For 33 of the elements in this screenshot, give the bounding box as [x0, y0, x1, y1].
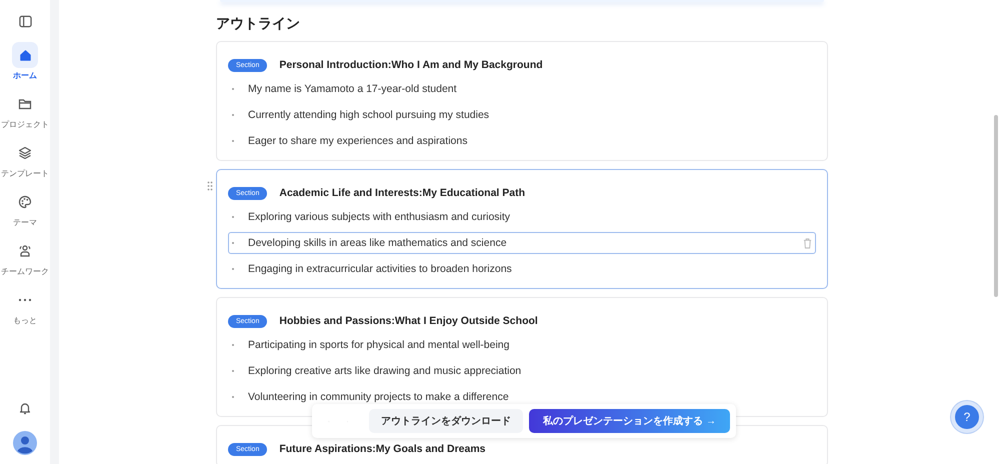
- team-icon: [18, 244, 32, 258]
- nav-item[interactable]: チームワーク: [1, 238, 49, 277]
- layers-icon: [18, 146, 32, 160]
- section-title[interactable]: Future Aspirations:My Goals and Dreams: [279, 443, 486, 455]
- bullet-item[interactable]: Eager to share my experiences and aspirations: [228, 130, 816, 152]
- palette-icon: [18, 195, 32, 209]
- nav-item[interactable]: もっと: [12, 287, 38, 326]
- scrollbar-thumb[interactable]: [994, 115, 998, 297]
- avatar[interactable]: [13, 431, 37, 455]
- section-title[interactable]: Academic Life and Interests:My Educational Path: [279, 187, 526, 199]
- drag-handle-icon[interactable]: [207, 181, 213, 191]
- section-title[interactable]: Personal Introduction:Who I Am and My Background: [279, 59, 543, 71]
- more-icon: [18, 298, 32, 302]
- bullet-item[interactable]: My name is Yamamoto a 17-year-old student: [228, 78, 816, 100]
- bullet-item[interactable]: Volunteering in community projects to make a difference: [228, 386, 816, 408]
- folder-icon: [18, 97, 32, 111]
- home-icon: [18, 48, 32, 62]
- sidebar-toggle-icon[interactable]: [18, 15, 32, 28]
- nav-item[interactable]: テンプレート: [1, 140, 49, 179]
- outline-heading: アウトライン: [216, 15, 301, 33]
- download-outline-button[interactable]: アウトラインをダウンロード: [369, 409, 524, 433]
- section-title[interactable]: Hobbies and Passions:What I Enjoy Outside School: [279, 315, 538, 327]
- bell-icon[interactable]: [18, 401, 32, 415]
- bullet-item[interactable]: Exploring various subjects with enthusiasm and curiosity: [228, 206, 816, 228]
- nav-item[interactable]: プロジェクト: [1, 91, 49, 130]
- bullet-item[interactable]: Currently attending high school pursuing my studies: [228, 104, 816, 126]
- nav-item[interactable]: テーマ: [12, 189, 38, 228]
- bullet-item[interactable]: Developing skills in areas like mathematics and science: [228, 232, 816, 254]
- help-button[interactable]: ?: [955, 405, 979, 429]
- create-presentation-button[interactable]: 私のプレゼンテーションを作成する →: [529, 409, 730, 433]
- bullet-item[interactable]: Engaging in extracurricular activities to broaden horizons: [228, 258, 816, 280]
- bullet-item[interactable]: Participating in sports for physical and mental well-being: [228, 334, 816, 356]
- bullet-item[interactable]: Exploring creative arts like drawing and music appreciation: [228, 360, 816, 382]
